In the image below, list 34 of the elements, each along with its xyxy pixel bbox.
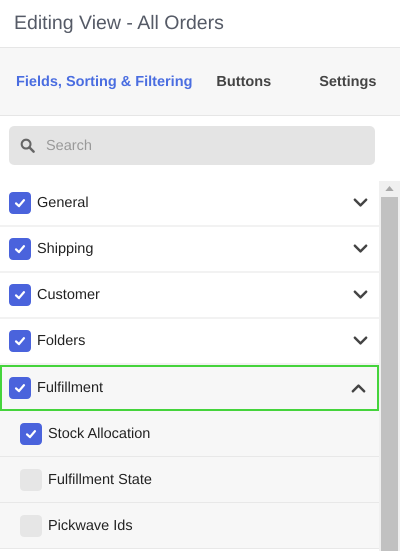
group-label: Fulfillment xyxy=(37,380,104,396)
checkbox[interactable] xyxy=(9,284,31,306)
checkmark-icon xyxy=(13,242,27,256)
field-label: Stock Allocation xyxy=(48,426,152,442)
chevron-down-icon[interactable] xyxy=(353,336,368,346)
group-row[interactable]: Fulfillment xyxy=(0,365,379,411)
field-row[interactable]: Stock Allocation xyxy=(0,411,379,457)
search-field[interactable]: Search xyxy=(9,126,375,165)
tab[interactable]: Settings xyxy=(309,66,386,98)
checkbox[interactable] xyxy=(20,422,42,444)
group-label: Shipping xyxy=(37,241,94,257)
field-row[interactable]: Fulfillment State xyxy=(0,457,379,503)
checkbox[interactable] xyxy=(9,192,31,214)
checkmark-icon xyxy=(13,334,27,348)
chevron-up-icon[interactable] xyxy=(351,383,366,393)
field-row[interactable]: Pickwave Ids xyxy=(0,503,379,549)
tab[interactable]: Buttons xyxy=(206,66,282,98)
checkbox[interactable] xyxy=(9,238,31,260)
group-label: General xyxy=(37,195,90,211)
checkmark-icon xyxy=(13,288,27,302)
checkmark-icon xyxy=(13,381,27,395)
group-label: Customer xyxy=(37,287,101,303)
chevron-down-icon[interactable] xyxy=(353,198,368,208)
scrollbar-thumb[interactable] xyxy=(381,197,398,551)
field-label: Fulfillment State xyxy=(48,472,153,488)
chevron-down-icon[interactable] xyxy=(353,244,368,254)
checkbox[interactable] xyxy=(9,330,31,352)
field-label: Pickwave Ids xyxy=(48,518,134,534)
checkmark-icon xyxy=(13,196,27,210)
tab[interactable]: Fields, Sorting & Filtering xyxy=(6,66,206,98)
checkbox[interactable] xyxy=(9,377,31,399)
group-label: Folders xyxy=(37,333,86,349)
scrollbar[interactable] xyxy=(379,181,400,551)
chevron-down-icon[interactable] xyxy=(353,290,368,300)
